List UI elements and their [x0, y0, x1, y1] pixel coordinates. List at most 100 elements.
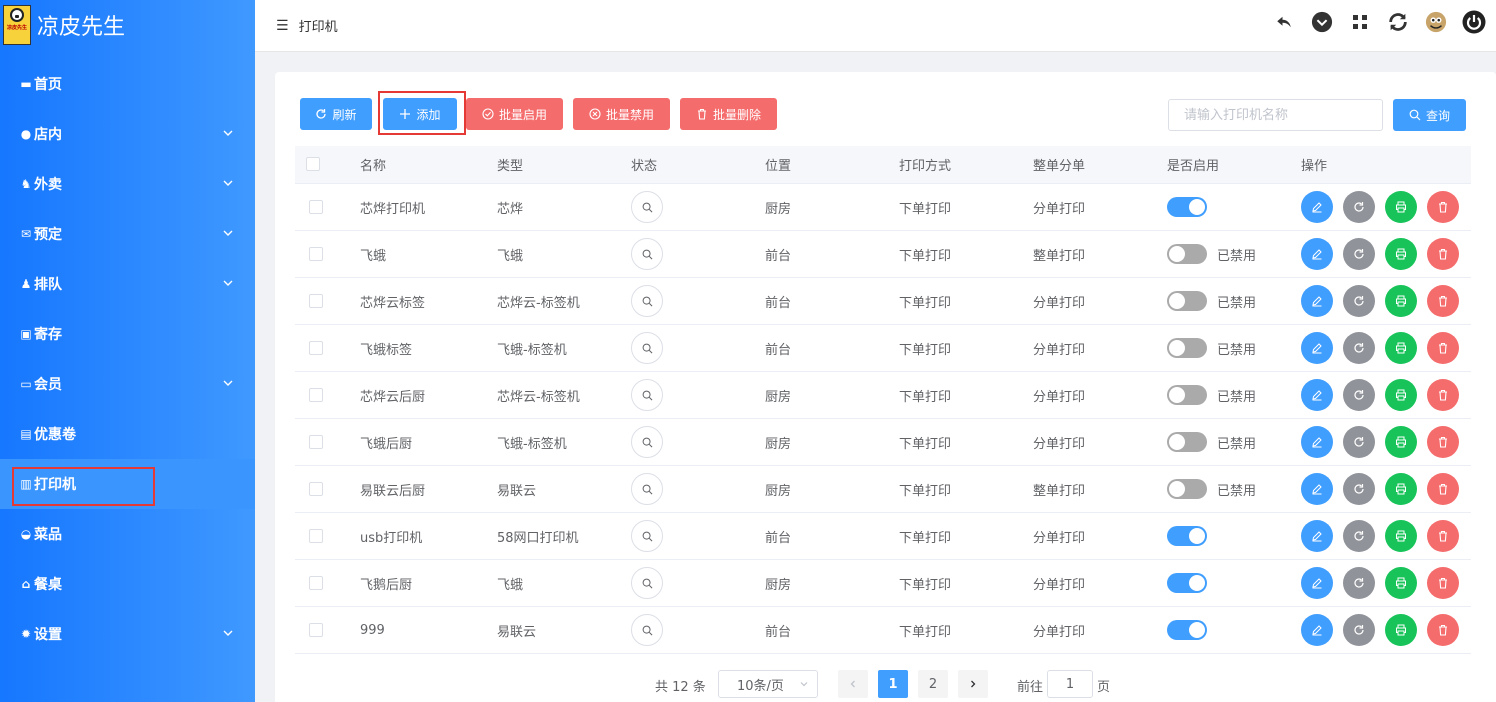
reset-button[interactable]: [1343, 285, 1375, 317]
delete-button[interactable]: [1427, 567, 1459, 599]
refresh-icon[interactable]: [1386, 10, 1410, 34]
prev-page-button[interactable]: [838, 670, 868, 698]
row-checkbox[interactable]: [309, 623, 323, 637]
reset-button[interactable]: [1343, 426, 1375, 458]
delete-button[interactable]: [1427, 473, 1459, 505]
delete-button[interactable]: [1427, 332, 1459, 364]
enable-toggle[interactable]: [1167, 197, 1207, 217]
enable-toggle[interactable]: [1167, 620, 1207, 640]
sidebar-item-10[interactable]: ⌂ 餐桌: [0, 559, 255, 609]
enable-toggle[interactable]: [1167, 573, 1207, 593]
sidebar-item-11[interactable]: ✹ 设置: [0, 609, 255, 659]
row-checkbox[interactable]: [309, 388, 323, 402]
reset-button[interactable]: [1343, 238, 1375, 270]
row-checkbox[interactable]: [309, 482, 323, 496]
sidebar-item-1[interactable]: ● 店内: [0, 109, 255, 159]
reset-button[interactable]: [1343, 567, 1375, 599]
status-check-button[interactable]: [631, 379, 663, 411]
test-print-button[interactable]: [1385, 191, 1417, 223]
enable-toggle[interactable]: [1167, 338, 1207, 358]
reset-button[interactable]: [1343, 191, 1375, 223]
status-check-button[interactable]: [631, 332, 663, 364]
sidebar-item-7[interactable]: ▤ 优惠卷: [0, 409, 255, 459]
edit-button[interactable]: [1301, 285, 1333, 317]
test-print-button[interactable]: [1385, 332, 1417, 364]
page-size-select[interactable]: 10条/页: [718, 670, 818, 698]
back-icon[interactable]: [1272, 10, 1296, 34]
enable-toggle[interactable]: [1167, 385, 1207, 405]
menu-toggle-icon[interactable]: ☰: [276, 18, 289, 34]
test-print-button[interactable]: [1385, 567, 1417, 599]
row-checkbox[interactable]: [309, 247, 323, 261]
status-check-button[interactable]: [631, 285, 663, 317]
select-all-checkbox[interactable]: [306, 157, 320, 171]
test-print-button[interactable]: [1385, 520, 1417, 552]
edit-button[interactable]: [1301, 379, 1333, 411]
row-checkbox[interactable]: [309, 341, 323, 355]
delete-button[interactable]: [1427, 379, 1459, 411]
row-checkbox[interactable]: [309, 294, 323, 308]
row-checkbox[interactable]: [309, 200, 323, 214]
sidebar-item-8[interactable]: ▥ 打印机: [0, 459, 255, 509]
row-checkbox[interactable]: [309, 529, 323, 543]
power-icon[interactable]: [1462, 10, 1486, 34]
sidebar-item-4[interactable]: ♟ 排队: [0, 259, 255, 309]
sidebar-item-6[interactable]: ▭ 会员: [0, 359, 255, 409]
edit-button[interactable]: [1301, 473, 1333, 505]
delete-button[interactable]: [1427, 191, 1459, 223]
sidebar-item-5[interactable]: ▣ 寄存: [0, 309, 255, 359]
reset-button[interactable]: [1343, 332, 1375, 364]
edit-button[interactable]: [1301, 191, 1333, 223]
search-input[interactable]: [1168, 99, 1383, 131]
goto-page-input[interactable]: [1047, 670, 1093, 698]
test-print-button[interactable]: [1385, 238, 1417, 270]
sidebar-item-2[interactable]: ♞ 外卖: [0, 159, 255, 209]
batch-delete-button[interactable]: 批量删除: [680, 98, 777, 130]
page-1-button[interactable]: 1: [878, 670, 908, 698]
status-check-button[interactable]: [631, 567, 663, 599]
status-check-button[interactable]: [631, 473, 663, 505]
delete-button[interactable]: [1427, 238, 1459, 270]
status-check-button[interactable]: [631, 238, 663, 270]
delete-button[interactable]: [1427, 520, 1459, 552]
delete-button[interactable]: [1427, 614, 1459, 646]
status-check-button[interactable]: [631, 191, 663, 223]
avatar[interactable]: [1424, 10, 1448, 34]
status-check-button[interactable]: [631, 426, 663, 458]
grid-icon[interactable]: [1348, 10, 1372, 34]
edit-button[interactable]: [1301, 426, 1333, 458]
test-print-button[interactable]: [1385, 379, 1417, 411]
delete-button[interactable]: [1427, 426, 1459, 458]
enable-toggle[interactable]: [1167, 479, 1207, 499]
enable-toggle[interactable]: [1167, 526, 1207, 546]
test-print-button[interactable]: [1385, 614, 1417, 646]
reset-button[interactable]: [1343, 379, 1375, 411]
edit-button[interactable]: [1301, 614, 1333, 646]
reset-button[interactable]: [1343, 520, 1375, 552]
sidebar-item-9[interactable]: ◒ 菜品: [0, 509, 255, 559]
edit-button[interactable]: [1301, 520, 1333, 552]
enable-toggle[interactable]: [1167, 244, 1207, 264]
test-print-button[interactable]: [1385, 473, 1417, 505]
edit-button[interactable]: [1301, 238, 1333, 270]
batch-enable-button[interactable]: 批量启用: [466, 98, 563, 130]
row-checkbox[interactable]: [309, 576, 323, 590]
edit-button[interactable]: [1301, 567, 1333, 599]
status-check-button[interactable]: [631, 614, 663, 646]
next-page-button[interactable]: [958, 670, 988, 698]
status-check-button[interactable]: [631, 520, 663, 552]
delete-button[interactable]: [1427, 285, 1459, 317]
page-2-button[interactable]: 2: [918, 670, 948, 698]
sidebar-item-3[interactable]: ✉ 预定: [0, 209, 255, 259]
reset-button[interactable]: [1343, 473, 1375, 505]
test-print-button[interactable]: [1385, 426, 1417, 458]
dropdown-circle-icon[interactable]: [1310, 10, 1334, 34]
reset-button[interactable]: [1343, 614, 1375, 646]
enable-toggle[interactable]: [1167, 291, 1207, 311]
edit-button[interactable]: [1301, 332, 1333, 364]
query-button[interactable]: 查询: [1393, 99, 1466, 131]
row-checkbox[interactable]: [309, 435, 323, 449]
batch-disable-button[interactable]: 批量禁用: [573, 98, 670, 130]
sidebar-item-0[interactable]: ▬ 首页: [0, 59, 255, 109]
enable-toggle[interactable]: [1167, 432, 1207, 452]
